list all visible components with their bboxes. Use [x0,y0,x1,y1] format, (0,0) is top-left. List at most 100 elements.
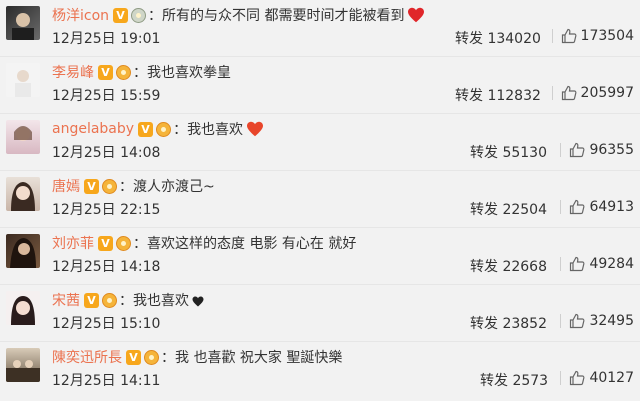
repost-count: 112832 [487,88,541,104]
colon-separator: ： [119,179,133,195]
comment-time: 12月25日 19:01 [52,31,161,47]
like-count: 173504 [580,28,634,44]
verified-icon: V [84,292,99,308]
comment-time: 12月25日 15:10 [52,316,161,332]
repost-label: 转发 [470,259,498,275]
avatar-image [10,238,36,268]
username-link[interactable]: 刘亦菲 [52,233,94,253]
like-button[interactable]: 40127 [552,370,634,386]
thumbs-up-icon [561,85,576,101]
medal-icon [116,235,131,251]
like-button[interactable]: 205997 [544,85,634,101]
repost-count: 23852 [502,316,547,332]
comment-line: angelababy V ： 我也喜欢 [52,118,264,140]
verified-icon: V [98,235,113,251]
divider [560,257,562,271]
repost-count: 2573 [512,373,549,389]
comment-line: 唐嫣 V ： 渡人亦渡己~ [52,175,215,197]
avatar[interactable] [6,120,40,154]
avatar-image [11,182,35,211]
comment-line: 杨洋icon V ： 所有的与众不同 都需要时间才能被看到 [52,4,425,26]
avatar[interactable] [6,177,40,211]
avatar[interactable] [6,291,40,325]
repost-count: 22668 [502,259,547,275]
thumbs-up-icon [570,142,585,158]
comment-text: 所有的与众不同 都需要时间才能被看到 [162,8,405,24]
avatar[interactable] [6,348,40,382]
comment-text: 我 也喜歡 祝大家 聖誕快樂 [175,350,343,366]
small-heart-emoji-icon [192,295,204,306]
comment-time: 12月25日 14:11 [52,373,161,389]
avatar-image [15,70,31,97]
repost-button[interactable]: 转发 23852 [470,313,547,333]
repost-button[interactable]: 转发 55130 [470,142,547,162]
comment-line: 陳奕迅所長 V ： 我 也喜歡 祝大家 聖誕快樂 [52,346,342,368]
medal-icon [156,121,172,137]
colon-separator: ： [161,350,175,366]
like-count: 32495 [589,313,634,329]
verified-icon: V [98,64,113,80]
heart-emoji-icon [246,121,264,137]
colon-separator: ： [119,293,133,309]
repost-button[interactable]: 转发 2573 [480,370,548,390]
repost-button[interactable]: 转发 112832 [455,85,541,105]
like-count: 205997 [580,85,634,101]
like-button[interactable]: 49284 [552,256,634,272]
repost-label: 转发 [470,316,498,332]
divider [551,29,553,43]
avatar-image [14,126,32,141]
comment-text: 我也喜欢 [187,122,244,138]
repost-button[interactable]: 转发 134020 [455,28,541,48]
colon-separator: ： [133,236,147,252]
like-count: 64913 [589,199,634,215]
repost-count: 55130 [502,145,547,161]
username-link[interactable]: 陳奕迅所長 [52,347,122,367]
avatar[interactable] [6,234,40,268]
like-button[interactable]: 96355 [552,142,634,158]
username-link[interactable]: 杨洋icon [52,5,109,25]
comment-time: 12月25日 22:15 [52,202,161,218]
comment-row: 唐嫣 V ： 渡人亦渡己~ 12月25日 22:15 转发 22504 6491… [0,171,640,228]
repost-count: 22504 [502,202,547,218]
like-button[interactable]: 64913 [552,199,634,215]
comment-text: 我也喜欢拳皇 [147,65,231,81]
comment-line: 刘亦菲 V ： 喜欢这样的态度 电影 有心在 就好 [52,232,356,254]
repost-count: 134020 [487,31,541,47]
username-link[interactable]: 李易峰 [52,62,94,82]
comment-row: 杨洋icon V ： 所有的与众不同 都需要时间才能被看到 12月25日 19:… [0,0,640,57]
username-link[interactable]: 唐嫣 [52,176,80,196]
comment-line: 李易峰 V ： 我也喜欢拳皇 [52,61,231,83]
avatar-image [12,13,34,40]
verified-icon: V [138,121,154,137]
username-link[interactable]: angelababy [52,121,134,137]
repost-label: 转发 [480,373,508,389]
repost-button[interactable]: 转发 22504 [470,199,547,219]
thumbs-up-icon [570,313,585,329]
heart-emoji-icon [407,7,425,23]
username-link[interactable]: 宋茜 [52,290,80,310]
thumbs-up-icon [570,370,585,386]
comment-row: 李易峰 V ： 我也喜欢拳皇 12月25日 15:59 转发 112832 20… [0,57,640,114]
comment-feed: 杨洋icon V ： 所有的与众不同 都需要时间才能被看到 12月25日 19:… [0,0,640,401]
avatar-image [11,296,35,325]
colon-separator: ： [148,8,163,24]
avatar[interactable] [6,6,40,40]
avatar-image [6,360,40,382]
divider [551,86,553,100]
like-button[interactable]: 32495 [552,313,634,329]
divider [560,200,562,214]
comment-row: 陳奕迅所長 V ： 我 也喜歡 祝大家 聖誕快樂 12月25日 14:11 转发… [0,342,640,401]
comment-row: angelababy V ： 我也喜欢 12月25日 14:08 转发 5513… [0,114,640,171]
colon-separator: ： [173,122,188,138]
comment-text: 喜欢这样的态度 电影 有心在 就好 [147,236,357,252]
repost-button[interactable]: 转发 22668 [470,256,547,276]
repost-label: 转发 [470,202,498,218]
medal-icon [131,7,147,23]
verified-icon: V [126,349,141,365]
divider [560,314,562,328]
comment-time: 12月25日 14:18 [52,259,161,275]
colon-separator: ： [133,65,147,81]
like-button[interactable]: 173504 [544,28,634,44]
thumbs-up-icon [570,256,585,272]
avatar[interactable] [6,63,40,97]
